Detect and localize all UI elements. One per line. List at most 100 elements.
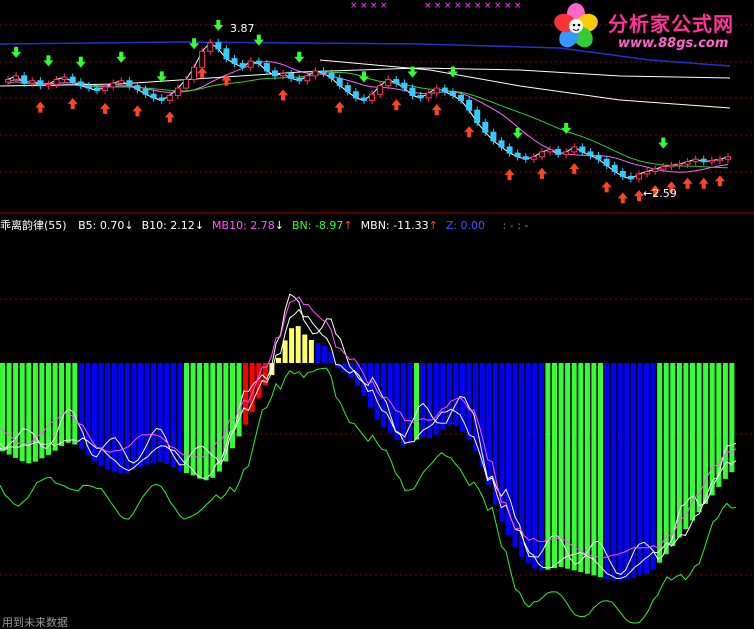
indicator-bar [644, 363, 649, 574]
candle-body [288, 72, 295, 79]
candle-body [627, 175, 634, 180]
buy-arrow-icon [431, 104, 442, 116]
candle-body [441, 87, 448, 93]
candle-body [700, 158, 707, 163]
buy-arrow-icon [278, 89, 289, 101]
indicator-bar [420, 363, 426, 438]
candle-body [708, 159, 715, 163]
candle-body [716, 158, 723, 162]
indicator-bar [657, 363, 663, 563]
candle-body [37, 80, 44, 87]
candle-body [385, 79, 392, 87]
candle-body [85, 85, 92, 89]
indicator-bar [598, 363, 603, 578]
marker-x-icon: × [484, 1, 492, 11]
candle-body [449, 91, 456, 96]
indicator-bar [650, 363, 656, 570]
buy-arrow-icon [536, 167, 547, 179]
candle-body [45, 83, 52, 87]
sell-arrow-icon [189, 38, 200, 50]
indicator-bar [118, 363, 124, 474]
indicator-bar [571, 363, 577, 571]
sell-arrow-icon [213, 19, 224, 31]
indicator-bar [387, 363, 393, 433]
indicator-bar [558, 363, 564, 567]
candle-body [312, 70, 319, 77]
indicator-bar [131, 363, 137, 470]
candle-body [271, 70, 278, 77]
marker-x-icon: × [370, 1, 378, 11]
indicator-bar [407, 363, 413, 444]
indicator-name[interactable]: 乖离韵律(55) [0, 219, 67, 232]
flower-logo-icon [554, 3, 598, 48]
indicator-bar [0, 363, 5, 452]
indicator-bar [26, 363, 32, 464]
indicator-bar [13, 363, 19, 458]
buy-arrow-icon [197, 67, 208, 79]
marker-x-icon: × [380, 1, 388, 11]
candle-body [102, 86, 109, 92]
candle-body [328, 72, 335, 79]
candle-body [377, 85, 384, 95]
candle-body [498, 140, 505, 148]
indicator-bar [663, 363, 669, 555]
indicator-bar [144, 363, 150, 465]
site-logo[interactable]: 分析家公式网 www.88gs.com [548, 2, 752, 54]
candle-body [191, 66, 198, 81]
candle-body [587, 151, 594, 157]
candle-body [514, 152, 521, 158]
candle-body [579, 146, 586, 153]
candle-body [522, 156, 529, 160]
indicator-bar [486, 363, 492, 485]
indicator-arrow-1: ↓ [194, 219, 205, 232]
candle-body [174, 87, 181, 96]
candle-body [344, 85, 351, 93]
indicator-bar [584, 363, 590, 574]
candle-body [336, 77, 343, 87]
indicator-bar [722, 363, 728, 479]
indicator-bar [617, 363, 623, 581]
indicator-bar [433, 363, 439, 435]
candle-body [393, 79, 400, 84]
indicator-bar [6, 363, 12, 455]
marker-x-icon: × [444, 1, 452, 11]
indicator-bar [151, 363, 157, 463]
candle-body [304, 75, 311, 82]
candle-body [636, 173, 643, 180]
candle-body [77, 81, 84, 87]
candle-body [547, 148, 554, 153]
indicator-bar [552, 363, 557, 569]
indicator-bar [308, 340, 314, 363]
indicator-bar [368, 363, 373, 408]
candle-body [182, 79, 189, 89]
candle-body [13, 75, 20, 81]
candle-body [223, 48, 230, 60]
buy-arrow-icon [334, 101, 345, 113]
candle-body [199, 50, 206, 68]
indicator-bar [138, 363, 143, 467]
sell-arrow-icon [116, 51, 127, 63]
candle-body [401, 82, 408, 89]
buy-arrow-icon [698, 177, 709, 189]
candle-body [417, 94, 424, 99]
marker-x-icon: × [424, 1, 432, 11]
candle-body [409, 87, 416, 96]
indicator-bar [243, 363, 249, 425]
indicator-value-4: MBN: -11.33 [360, 219, 429, 232]
marker-x-icon: × [350, 1, 358, 11]
indicator-bar [709, 363, 715, 496]
buy-arrow-icon [67, 97, 78, 109]
candle-body [603, 158, 610, 166]
sell-arrow-icon [294, 51, 305, 63]
candle-body [352, 91, 359, 99]
indicator-value-1: B10: 2.12 [141, 219, 195, 232]
marker-x-icon: × [464, 1, 472, 11]
candle-body [207, 42, 214, 52]
candle-body [118, 80, 125, 84]
indicator-bar [315, 343, 321, 363]
indicator-bar [453, 363, 459, 426]
indicator-bar [414, 363, 419, 440]
price-ma-short [7, 42, 729, 180]
indicator-trailing: : - : - [502, 219, 529, 232]
candle-body [538, 151, 545, 158]
